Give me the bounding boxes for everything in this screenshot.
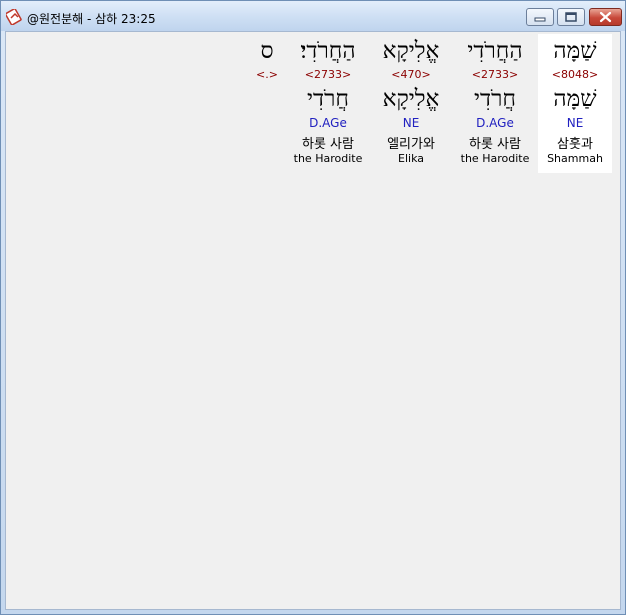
- english-gloss: the Harodite: [460, 152, 530, 165]
- korean-gloss: 삼훗과: [557, 137, 593, 152]
- minimize-button[interactable]: [526, 8, 554, 26]
- hebrew-surface-word: אֱלִיקָא: [382, 38, 440, 64]
- morphology-code: D.AGe: [476, 116, 514, 130]
- window-title: @원전분해 - 삼하 23:25: [27, 12, 156, 26]
- word-column[interactable]: הַחֲרֹדִי׃ <2733> חֲרֹדִי D.AGe 하롯 사람 th…: [288, 34, 368, 173]
- hebrew-lemma: שַׁמָּה: [553, 86, 597, 112]
- hebrew-surface-word: הַחֲרֹדִי: [467, 38, 523, 64]
- hebrew-lemma: חֲרֹדִי: [306, 86, 349, 112]
- english-gloss: Shammah: [547, 152, 603, 165]
- morphology-code: D.AGe: [309, 116, 347, 130]
- app-window: @원전분해 - 삼하 23:25 שַׁמָּה <8048> שַׁמָּה …: [0, 0, 626, 615]
- english-gloss: Elika: [398, 152, 424, 165]
- close-icon: [599, 11, 612, 23]
- strong-number: <470>: [391, 68, 431, 81]
- interlinear-panel: שַׁמָּה <8048> שַׁמָּה NE 삼훗과 Shammah הַ…: [5, 31, 621, 610]
- korean-gloss: 하롯 사람: [302, 137, 354, 152]
- word-column[interactable]: הַחֲרֹדִי <2733> חֲרֹדִי D.AGe 하롯 사람 the…: [455, 34, 535, 173]
- hebrew-surface-word: שַׁמָּה: [553, 38, 597, 64]
- english-gloss: the Harodite: [293, 152, 363, 165]
- close-button[interactable]: [589, 8, 622, 26]
- strong-number: <.>: [256, 68, 278, 81]
- title-bar[interactable]: @원전분해 - 삼하 23:25: [1, 1, 625, 31]
- strong-number: <2733>: [471, 68, 519, 81]
- hebrew-surface-word: הַחֲרֹדִי׃: [300, 38, 356, 64]
- app-icon[interactable]: [4, 8, 23, 26]
- korean-gloss: 하롯 사람: [469, 137, 521, 152]
- hebrew-lemma: אֱלִיקָא: [382, 86, 440, 112]
- word-column[interactable]: ס <.>: [252, 34, 282, 173]
- strong-number: <2733>: [304, 68, 352, 81]
- morphology-code: NE: [402, 116, 420, 130]
- hebrew-lemma: חֲרֹדִי: [473, 86, 516, 112]
- minimize-icon: [534, 17, 546, 22]
- korean-gloss: 엘리가와: [387, 137, 435, 152]
- word-column[interactable]: שַׁמָּה <8048> שַׁמָּה NE 삼훗과 Shammah: [538, 34, 612, 173]
- strong-number: <8048>: [551, 68, 599, 81]
- hebrew-surface-word: ס: [260, 38, 274, 64]
- maximize-icon: [565, 12, 577, 22]
- word-column[interactable]: אֱלִיקָא <470> אֱלִיקָא NE 엘리가와 Elika: [372, 34, 450, 173]
- maximize-button[interactable]: [557, 8, 585, 26]
- morphology-code: NE: [566, 116, 584, 130]
